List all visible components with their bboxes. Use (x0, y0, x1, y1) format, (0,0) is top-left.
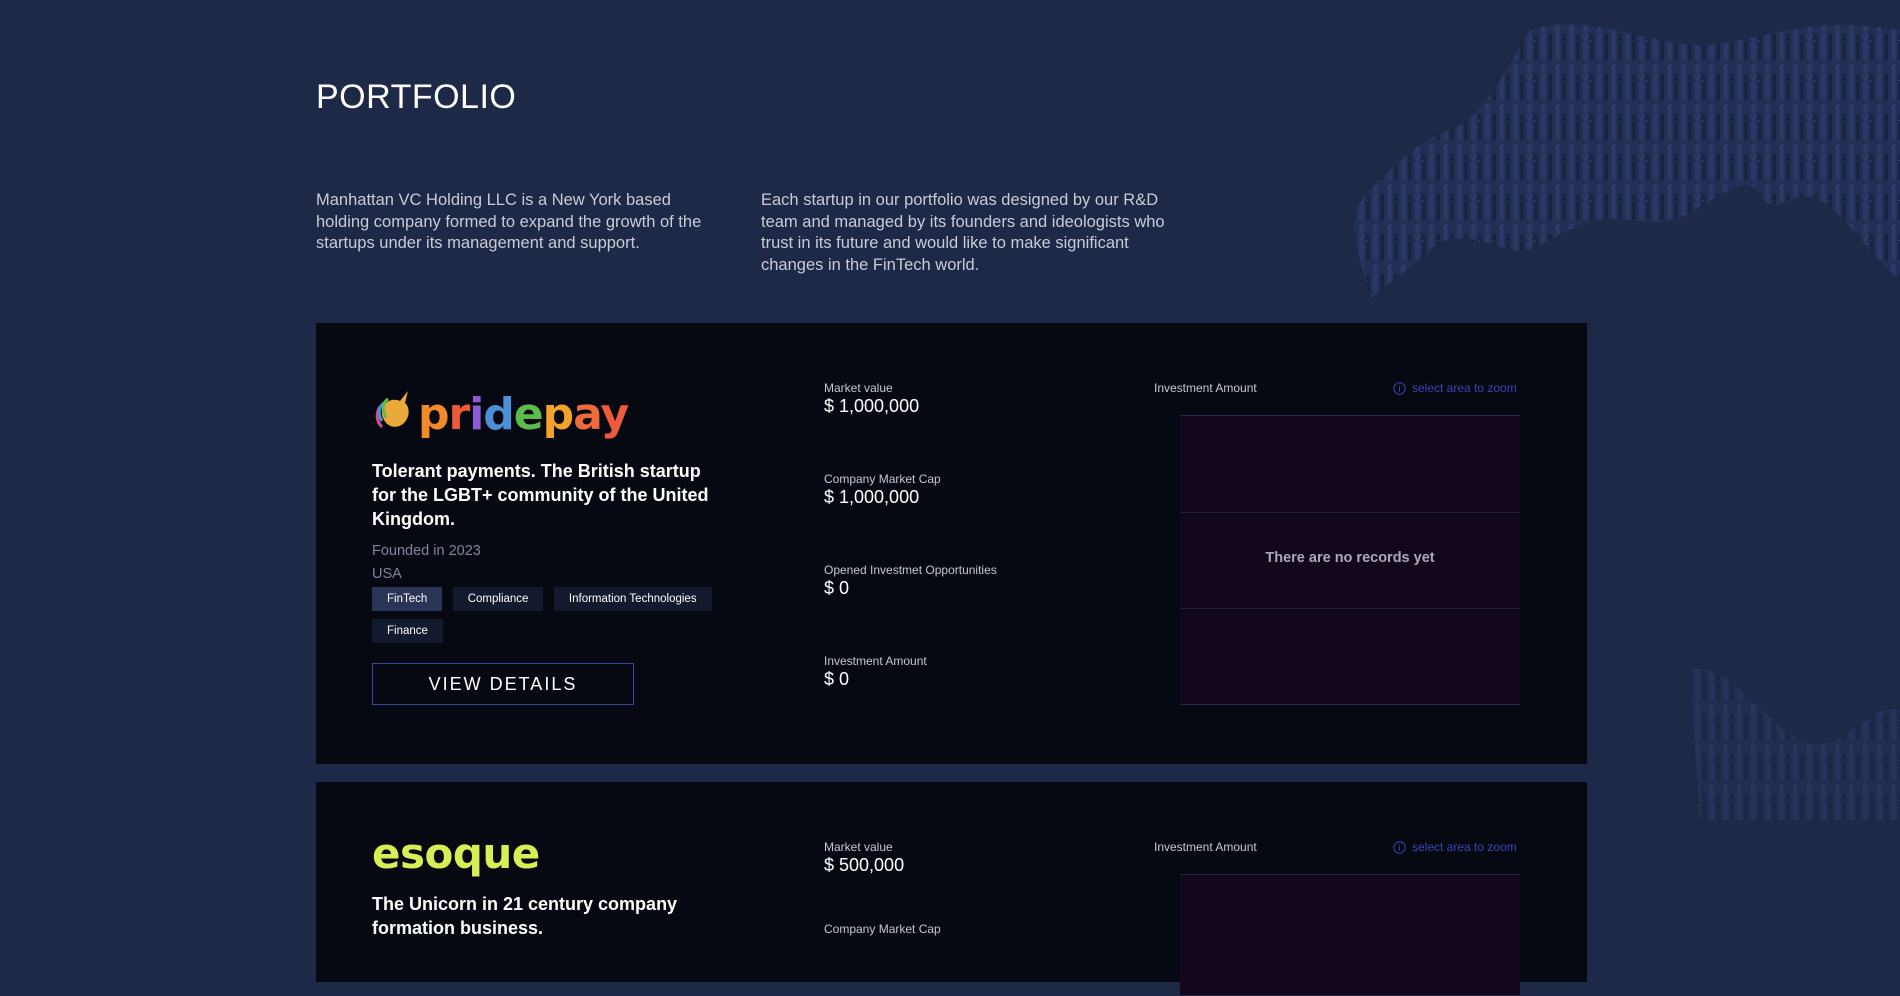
view-details-button[interactable]: VIEW DETAILS (372, 663, 634, 705)
portfolio-card-pridepay: pridepay pridepay Tolerant payments. The… (316, 323, 1587, 764)
stat-company-market-cap: Company Market Cap $ 1,000,000 (824, 472, 941, 508)
intro-text-right: Each startup in our portfolio was design… (761, 191, 1165, 274)
grid-line (1180, 512, 1520, 513)
info-icon (1393, 381, 1406, 395)
tag-information-technologies[interactable]: Information Technologies (553, 587, 712, 611)
stat-label: Company Market Cap (824, 472, 941, 486)
tag-fintech[interactable]: FinTech (372, 587, 443, 611)
chart-title: Investment Amount (1154, 381, 1257, 395)
stat-investment-amount: Investment Amount $ 0 (824, 654, 927, 690)
investment-chart[interactable] (1180, 874, 1520, 996)
stat-label: Market value (824, 381, 893, 395)
company-tagline: Tolerant payments. The British startup f… (372, 461, 709, 529)
tag-list: FinTech Compliance Information Technolog… (372, 587, 732, 651)
stat-opened-opportunities: Opened Investmet Opportunities $ 0 (824, 563, 997, 599)
stat-value: $ 1,000,000 (824, 396, 920, 416)
stat-market-value: Market value $ 1,000,000 (824, 381, 919, 417)
zoom-hint-text: select area to zoom (1412, 381, 1517, 395)
stat-market-value: Market value $ 500,000 (824, 840, 904, 876)
grid-line (1180, 608, 1520, 609)
stat-label: Investment Amount (824, 654, 927, 668)
empty-chart-message: There are no records yet (1265, 550, 1435, 566)
tag-finance[interactable]: Finance (372, 619, 443, 643)
stat-value: $ 1,000,000 (824, 487, 920, 507)
page-title: PORTFOLIO (316, 78, 517, 116)
esoque-logo: esoque (372, 829, 540, 878)
portfolio-card-esoque: esoque The Unicorn in 21 century company… (316, 782, 1587, 996)
stat-value: $ 0 (824, 578, 850, 598)
company-country: USA (372, 566, 402, 582)
zoom-hint: select area to zoom (1393, 840, 1517, 854)
svg-text:pridepay: pridepay (418, 389, 628, 440)
company-tagline: The Unicorn in 21 century company format… (372, 894, 678, 938)
stat-value: $ 500,000 (824, 855, 905, 875)
zoom-hint-text: select area to zoom (1412, 840, 1517, 854)
intro-text-left: Manhattan VC Holding LLC is a New York b… (316, 191, 702, 252)
investment-chart[interactable]: There are no records yet (1180, 415, 1520, 705)
founded-year: Founded in 2023 (372, 543, 481, 559)
info-icon (1393, 840, 1406, 854)
stat-value: $ 0 (824, 669, 850, 689)
pridepay-logo: pridepay pridepay (375, 389, 629, 440)
chart-title: Investment Amount (1154, 840, 1257, 854)
stat-label: Opened Investmet Opportunities (824, 563, 997, 577)
stat-label: Market value (824, 840, 893, 854)
unicorn-icon (375, 391, 409, 429)
zoom-hint: select area to zoom (1393, 381, 1517, 395)
tag-compliance[interactable]: Compliance (452, 587, 544, 611)
